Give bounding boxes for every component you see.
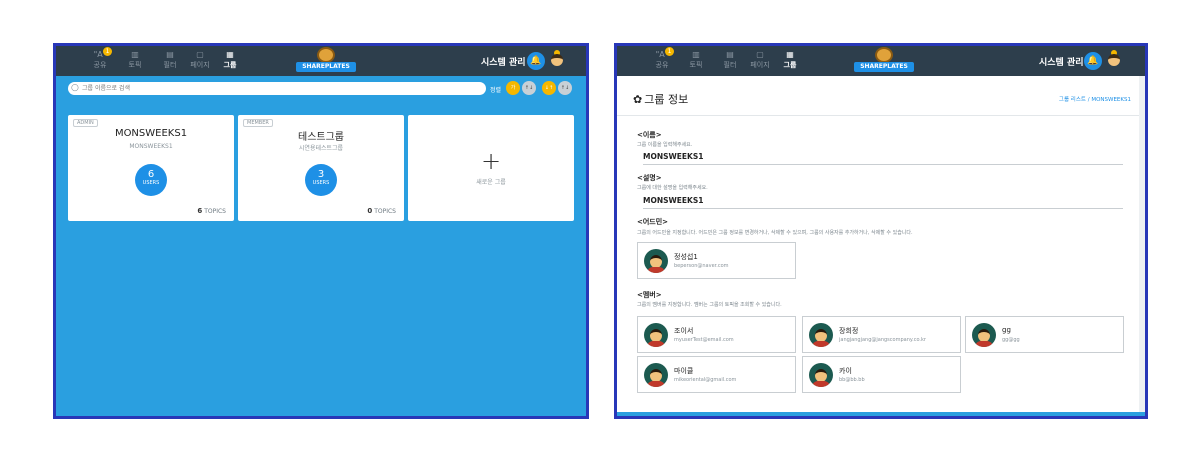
nav-group[interactable]: ▦ 그룹 [216, 49, 244, 69]
member-user-card[interactable]: 장희정 jangjangjang@jangscompany.co.kr [802, 316, 961, 353]
group-list-window: "A" 1 공유 ▥ 토픽 ▤ 필터 ▢ 페이지 ▦ 그룹 SHAREPLATE… [53, 43, 589, 419]
group-icon: ▦ [786, 50, 794, 59]
system-admin-link[interactable]: 시스템 관리 [1039, 55, 1084, 68]
breadcrumb[interactable]: 그룹 리스트 / MONSWEEKS1 [1059, 95, 1131, 103]
page-icon: ▢ [756, 50, 764, 59]
admin-help-text: 그룹의 어드민을 지정합니다. 어드민은 그룹 정보를 변경하거나, 삭제할 수… [637, 230, 913, 236]
system-admin-link[interactable]: 시스템 관리 [481, 55, 526, 68]
nav-share[interactable]: "A" 1 공유 [648, 47, 676, 69]
nav-topic[interactable]: ▥ 토픽 [121, 49, 149, 69]
group-icon: ▦ [226, 50, 234, 59]
sort-label: 정렬 [490, 87, 502, 94]
new-group-label: 새로운 그룹 [476, 179, 506, 186]
mascot-icon [875, 47, 893, 63]
avatar [644, 363, 668, 387]
member-user-card[interactable]: 마이클 mikeoriental@gmail.com [637, 356, 796, 393]
description-help-text: 그룹에 대한 설명을 입력해주세요. [637, 185, 708, 191]
avatar [809, 323, 833, 347]
user-email: myuserTest@email.com [674, 337, 734, 343]
group-search-input[interactable] [68, 82, 486, 95]
share-badge: 1 [103, 47, 112, 56]
scrollbar[interactable] [1139, 76, 1145, 416]
role-badge: MEMBER [243, 119, 273, 127]
avatar [644, 249, 668, 273]
avatar [809, 363, 833, 387]
group-description: 시연용테스트그룹 [298, 145, 344, 152]
member-user-card[interactable]: 카이 bb@bb.bb [802, 356, 961, 393]
nav-page[interactable]: ▢ 페이지 [746, 49, 774, 69]
sort-order-button[interactable]: ↑↓ [558, 81, 572, 95]
group-name: 테스트그룹 [298, 132, 344, 143]
sort-asc-button[interactable]: ↑↓ [522, 81, 536, 95]
page-icon: ▢ [196, 50, 204, 59]
user-email: beperson@naver.com [674, 263, 729, 269]
nav-topic[interactable]: ▥ 토픽 [682, 49, 710, 69]
filter-icon: ▤ [166, 50, 174, 59]
share-badge: 1 [665, 47, 674, 56]
users-count-circle: 6 USERS [135, 164, 167, 196]
user-name: 카이 [839, 367, 852, 375]
nav-filter[interactable]: ▤ 필터 [716, 49, 744, 69]
user-email: bb@bb.bb [839, 377, 865, 383]
user-email: gg@gg [1002, 337, 1020, 343]
sort-name-button[interactable]: 가 [506, 81, 520, 95]
avatar [644, 323, 668, 347]
user-avatar[interactable] [1107, 50, 1121, 70]
sort-desc-button[interactable]: ↓↑ [542, 81, 556, 95]
group-settings-icon: ✿ [633, 93, 643, 106]
nav-group[interactable]: ▦ 그룹 [776, 49, 804, 69]
bell-icon[interactable]: 🔔 [1084, 52, 1102, 70]
shareplates-logo[interactable]: SHAREPLATES [854, 47, 914, 75]
bell-icon[interactable]: 🔔 [527, 52, 545, 70]
topic-icon: ▥ [131, 50, 139, 59]
group-card[interactable]: MEMBER 테스트그룹 시연용테스트그룹 3 USERS 0 TOPICS [238, 115, 404, 221]
plus-icon: + [480, 147, 502, 175]
avatar [972, 323, 996, 347]
name-field[interactable]: MONSWEEKS1 [643, 152, 1123, 165]
search-toolbar: ○ 정렬 가 ↑↓ ↓↑ ↑↓ [56, 76, 586, 102]
member-section-label: <멤버> [637, 291, 662, 299]
new-group-card[interactable]: + 새로운 그룹 [408, 115, 574, 221]
user-name: 마이클 [674, 367, 694, 375]
top-navigation-bar: "A" 1 공유 ▥ 토픽 ▤ 필터 ▢ 페이지 ▦ 그룹 SHAREPLATE… [617, 46, 1145, 76]
admin-user-card[interactable]: 정성섭1 beperson@naver.com [637, 242, 796, 279]
filter-icon: ▤ [726, 50, 734, 59]
topic-icon: ▥ [692, 50, 700, 59]
group-info-window: "A" 1 공유 ▥ 토픽 ▤ 필터 ▢ 페이지 ▦ 그룹 SHAREPLATE… [614, 43, 1148, 419]
topics-count: 0 TOPICS [367, 207, 396, 215]
group-name: MONSWEEKS1 [114, 128, 188, 139]
user-avatar[interactable] [550, 50, 564, 70]
member-user-card[interactable]: gg gg@gg [965, 316, 1124, 353]
page-title: ✿ 그룹 정보 [633, 93, 689, 106]
group-card[interactable]: ADMIN MONSWEEKS1 MONSWEEKS1 6 USERS 6 TO… [68, 115, 234, 221]
users-count-circle: 3 USERS [305, 164, 337, 196]
user-email: mikeoriental@gmail.com [674, 377, 737, 383]
user-name: 정성섭1 [674, 253, 698, 261]
bottom-strip [617, 412, 1145, 416]
name-help-text: 그룹 이름을 입력해주세요. [637, 142, 693, 148]
member-help-text: 그룹의 멤버를 지정합니다. 멤버는 그룹의 토픽을 조회할 수 있습니다. [637, 302, 782, 308]
nav-page[interactable]: ▢ 페이지 [186, 49, 214, 69]
group-description: MONSWEEKS1 [129, 143, 173, 150]
description-section-label: <설명> [637, 174, 662, 182]
top-navigation-bar: "A" 1 공유 ▥ 토픽 ▤ 필터 ▢ 페이지 ▦ 그룹 SHAREPLATE… [56, 46, 586, 76]
nav-share[interactable]: "A" 1 공유 [86, 47, 114, 69]
user-name: gg [1002, 326, 1011, 334]
search-icon: ○ [71, 83, 79, 93]
user-email: jangjangjang@jangscompany.co.kr [839, 337, 926, 343]
role-badge: ADMIN [73, 119, 98, 127]
panel-header: ✿ 그룹 정보 그룹 리스트 / MONSWEEKS1 [617, 76, 1145, 116]
shareplates-logo[interactable]: SHAREPLATES [296, 47, 356, 75]
mascot-icon [317, 47, 335, 63]
admin-section-label: <어드민> [637, 218, 669, 226]
user-name: 조이서 [674, 327, 694, 335]
nav-filter[interactable]: ▤ 필터 [156, 49, 184, 69]
description-field[interactable]: MONSWEEKS1 [643, 196, 1123, 209]
user-name: 장희정 [839, 327, 859, 335]
member-user-card[interactable]: 조이서 myuserTest@email.com [637, 316, 796, 353]
name-section-label: <이름> [637, 131, 662, 139]
topics-count: 6 TOPICS [197, 207, 226, 215]
